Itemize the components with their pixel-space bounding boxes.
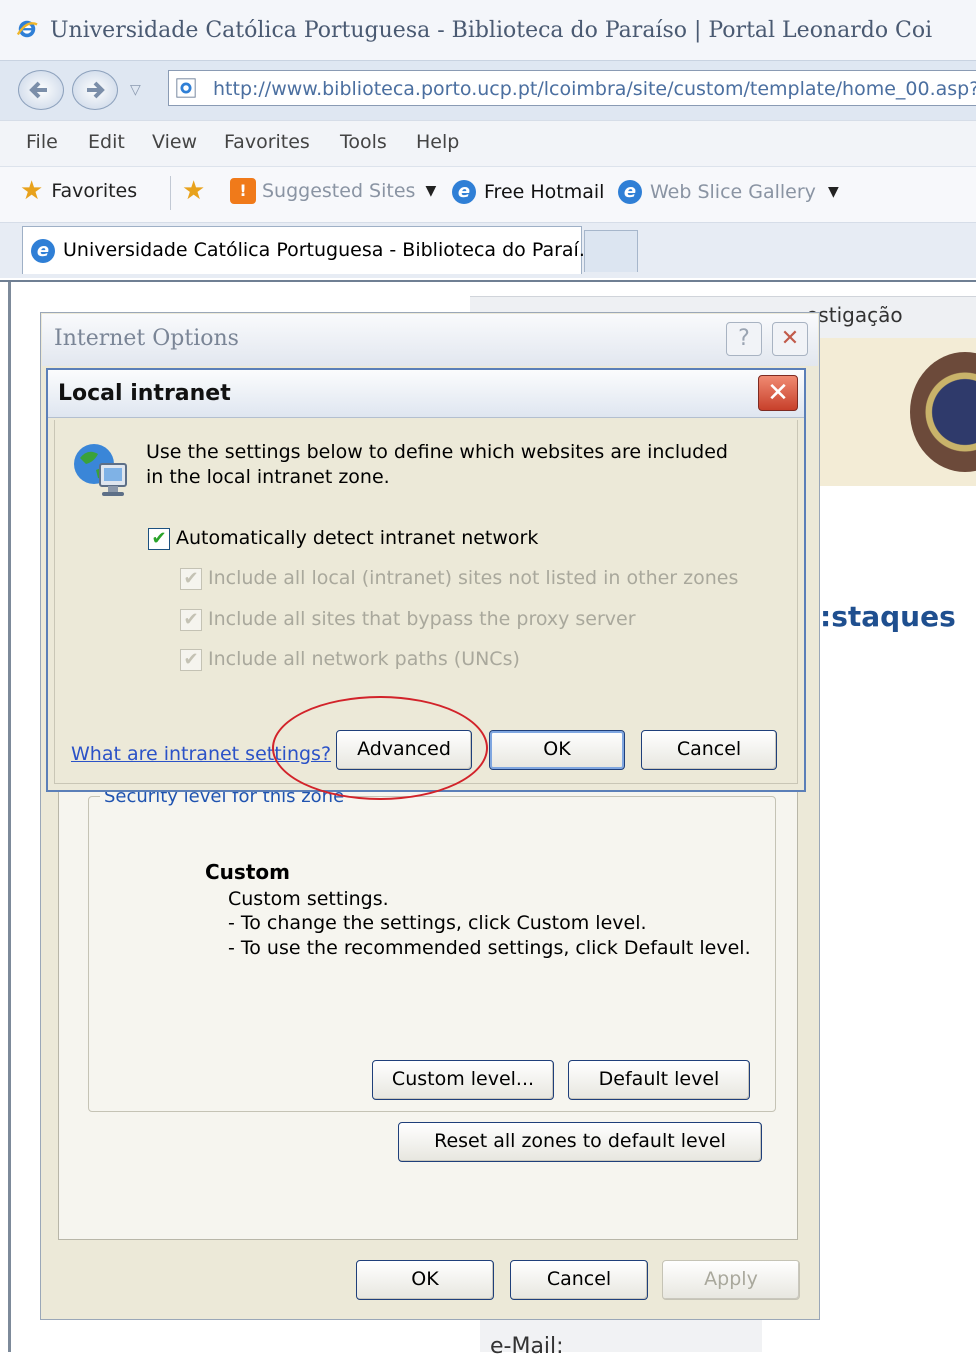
back-button[interactable] [18,70,64,110]
cancel-button[interactable]: Cancel [510,1260,648,1300]
ie-page-icon [175,77,197,103]
intranet-ok-button[interactable]: OK [489,730,625,770]
custom-desc-line: Custom settings. [228,888,389,910]
forward-button[interactable] [72,70,118,110]
advanced-highlight-ring [272,696,488,800]
menu-favorites[interactable]: Favorites [224,131,310,153]
suggested-sites-icon: ! [230,178,256,204]
reset-all-zones-button[interactable]: Reset all zones to default level [398,1122,762,1162]
intranet-cancel-button[interactable]: Cancel [641,730,777,770]
include-local-sites-label: Include all local (intranet) sites not l… [208,567,739,589]
auto-detect-checkbox[interactable]: ✔ [148,528,170,550]
forward-icon [87,81,105,99]
chevron-down-icon: ▼ [827,184,839,200]
menu-help[interactable]: Help [416,131,459,153]
include-local-sites-checkbox[interactable]: ✔ [180,568,202,590]
intranet-description: Use the settings below to define which w… [146,441,728,488]
separator [170,176,171,210]
custom-level-title: Custom [205,860,290,884]
ie-tab-icon: e [31,239,55,263]
favorites-star-icon: ★ [20,176,44,206]
ok-button[interactable]: OK [356,1260,494,1300]
include-unc-paths-label: Include all network paths (UNCs) [208,648,520,670]
back-icon [29,81,47,99]
help-button[interactable]: ? [726,322,762,356]
suggested-sites-button[interactable]: ! Suggested Sites ▼ [230,178,436,204]
history-dropdown-icon[interactable]: ▽ [130,82,141,98]
page-border [8,282,11,1352]
include-bypass-proxy-label: Include all sites that bypass the proxy … [208,608,636,630]
ie-link-icon: e [452,180,476,204]
chevron-down-icon: ▼ [425,183,437,199]
auto-detect-label: Automatically detect intranet network [176,527,539,549]
apply-button[interactable]: Apply [662,1260,800,1300]
window-title: Universidade Católica Portuguesa - Bibli… [50,18,933,43]
custom-level-button[interactable]: Custom level... [372,1060,554,1100]
include-bypass-proxy-checkbox[interactable]: ✔ [180,609,202,631]
footer-text: e-Mail: [490,1334,564,1359]
favorites-button[interactable]: ★ Favorites [20,178,137,204]
add-favorites-icon[interactable]: ★ [182,178,205,204]
network-globe-icon [74,444,127,496]
web-slice-gallery-button[interactable]: e Web Slice Gallery ▼ [618,180,839,204]
internet-options-title: Internet Options [54,326,239,351]
menu-tools[interactable]: Tools [340,131,387,153]
include-unc-paths-checkbox[interactable]: ✔ [180,649,202,671]
local-intranet-title: Local intranet [58,381,231,406]
suggested-sites-label: Suggested Sites [262,180,416,202]
address-text: http://www.biblioteca.porto.ucp.pt/lcoim… [213,78,976,100]
address-bar[interactable]: http://www.biblioteca.porto.ucp.pt/lcoim… [168,70,976,106]
menu-edit[interactable]: Edit [88,131,125,153]
ie-link-icon: e [618,180,642,204]
tab-title: Universidade Católica Portuguesa - Bibli… [63,239,597,261]
free-hotmail-label: Free Hotmail [484,181,605,203]
menu-bar [0,120,976,166]
ie-icon [16,18,38,44]
page-heading: :staques [820,600,956,633]
custom-desc-line: - To use the recommended settings, click… [228,937,751,959]
site-nav-item[interactable]: estigação [806,303,903,327]
web-slice-gallery-label: Web Slice Gallery [650,181,816,203]
tab-active[interactable]: e Universidade Católica Portuguesa - Bib… [22,226,597,274]
custom-desc-line: - To change the settings, click Custom l… [228,912,647,934]
free-hotmail-link[interactable]: e Free Hotmail [452,180,604,204]
menu-view[interactable]: View [152,131,197,153]
favorites-label: Favorites [51,180,138,202]
local-intranet-close-button[interactable]: ✕ [758,375,798,411]
close-button[interactable]: ✕ [772,322,808,356]
new-tab-button[interactable] [584,230,638,272]
menu-file[interactable]: File [26,131,58,153]
default-level-button[interactable]: Default level [568,1060,750,1100]
